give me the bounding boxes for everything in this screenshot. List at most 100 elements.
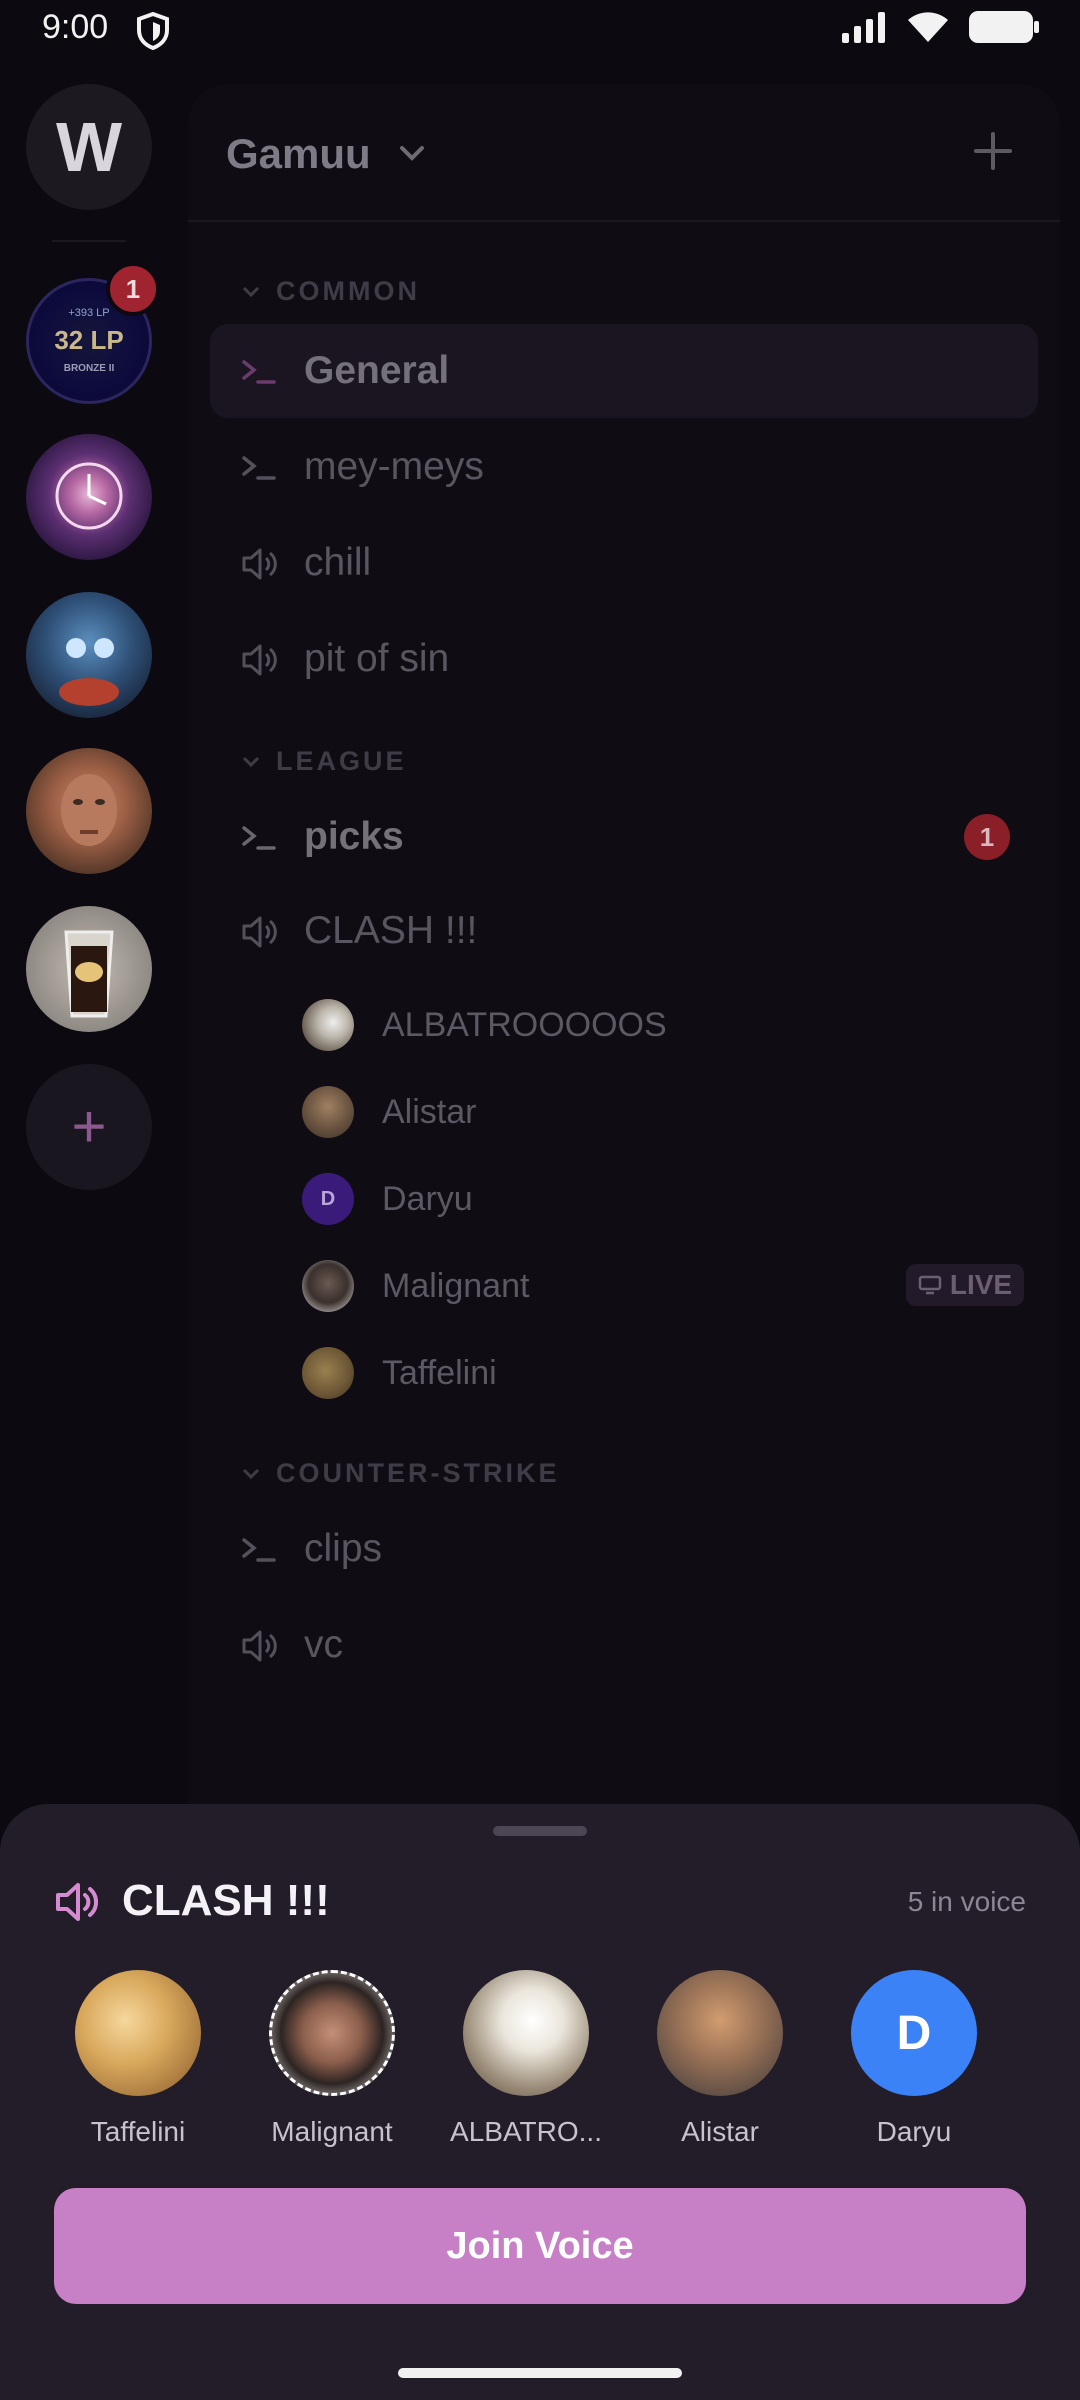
category-common[interactable]: COMMON bbox=[240, 276, 420, 307]
voice-user-name: Daryu bbox=[382, 1179, 473, 1218]
category-counter-strike[interactable]: COUNTER-STRIKE bbox=[240, 1458, 560, 1489]
chevron-down-icon[interactable] bbox=[394, 136, 430, 177]
channel-name: picks bbox=[304, 815, 404, 858]
channel-panel: Gamuu COMMON General mey-meys chill pit … bbox=[188, 84, 1060, 1944]
speaker-icon bbox=[242, 548, 277, 580]
join-voice-button[interactable]: Join Voice bbox=[54, 2188, 1026, 2304]
avatar: D bbox=[302, 1173, 354, 1225]
server-clock-icon[interactable] bbox=[26, 434, 152, 560]
speaker-icon bbox=[242, 1630, 277, 1662]
rank-lp-text: 32 LP bbox=[54, 325, 124, 355]
server-drink-icon[interactable] bbox=[26, 906, 152, 1032]
drag-handle[interactable] bbox=[493, 1826, 587, 1836]
status-time: 9:00 bbox=[42, 8, 109, 46]
voice-count: 5 in voice bbox=[907, 1886, 1026, 1917]
channel-name: clips bbox=[304, 1527, 383, 1570]
avatar bbox=[269, 1970, 395, 2096]
speaker-icon bbox=[242, 916, 277, 948]
clock-art-icon bbox=[55, 462, 123, 530]
avatar bbox=[463, 1970, 589, 2096]
unread-badge: 1 bbox=[964, 814, 1010, 860]
add-server-label: + bbox=[71, 1093, 107, 1160]
voice-member-alistar[interactable]: Alistar bbox=[630, 1970, 810, 2148]
avatar bbox=[657, 1970, 783, 2096]
chevron-down-icon bbox=[242, 286, 260, 297]
voice-member-taffelini[interactable]: Taffelini bbox=[48, 1970, 228, 2148]
avatar-initial: D bbox=[896, 2006, 932, 2060]
channel-name: pit of sin bbox=[304, 637, 450, 680]
chevron-down-icon bbox=[242, 1468, 260, 1479]
shield-icon bbox=[136, 11, 170, 55]
member-name: ALBATRO... bbox=[450, 2116, 602, 2147]
live-badge: LIVE bbox=[906, 1264, 1024, 1306]
channel-picks[interactable]: picks 1 bbox=[210, 790, 1038, 884]
face-art-icon bbox=[61, 774, 117, 846]
battery-icon bbox=[968, 10, 1040, 49]
member-name: Alistar bbox=[681, 2116, 759, 2147]
add-channel-icon[interactable] bbox=[966, 124, 1020, 183]
avatar bbox=[302, 999, 354, 1051]
add-server-button[interactable]: + bbox=[26, 1064, 152, 1190]
chevron-down-icon bbox=[242, 756, 260, 767]
server-character-icon[interactable] bbox=[26, 592, 152, 718]
drink-art-icon bbox=[64, 930, 114, 1018]
avatar bbox=[302, 1260, 354, 1312]
server-notification-badge: 1 bbox=[106, 262, 160, 316]
voice-member-malignant[interactable]: Malignant bbox=[242, 1970, 422, 2148]
channel-general[interactable]: General bbox=[210, 324, 1038, 418]
text-channel-icon bbox=[242, 456, 276, 480]
member-name: Malignant bbox=[271, 2116, 393, 2147]
avatar bbox=[302, 1086, 354, 1138]
voice-user-daryu[interactable]: D Daryu bbox=[302, 1164, 473, 1234]
speaker-icon bbox=[242, 644, 277, 676]
voice-member-albatros[interactable]: ALBATRO... bbox=[436, 1970, 616, 2148]
server-header: Gamuu bbox=[188, 84, 1060, 222]
text-channel-icon bbox=[242, 1538, 276, 1562]
channel-chill[interactable]: chill bbox=[210, 516, 1038, 610]
voice-user-name: ALBATROOOOOS bbox=[382, 1005, 667, 1044]
voice-user-albatroooooos[interactable]: ALBATROOOOOS bbox=[302, 990, 667, 1060]
channel-name: chill bbox=[304, 541, 372, 584]
category-league[interactable]: LEAGUE bbox=[240, 746, 407, 777]
channel-clash[interactable]: CLASH !!! bbox=[210, 884, 1038, 978]
member-name: Taffelini bbox=[90, 2116, 186, 2147]
voice-member-daryu[interactable]: D Daryu bbox=[824, 1970, 1004, 2148]
voice-user-name: Alistar bbox=[382, 1092, 477, 1131]
avatar: D bbox=[851, 1970, 977, 2096]
channel-clips[interactable]: clips bbox=[210, 1502, 1038, 1596]
voice-channel-title: CLASH !!! bbox=[122, 1876, 330, 1925]
voice-bottom-sheet: CLASH !!! 5 in voice Taffelini Malignant… bbox=[0, 1804, 1080, 2400]
member-name: Daryu bbox=[876, 2116, 952, 2147]
server-name[interactable]: Gamuu bbox=[226, 130, 371, 178]
channel-mey-meys[interactable]: mey-meys bbox=[210, 420, 1038, 514]
avatar-initial: D bbox=[320, 1187, 336, 1210]
wifi-icon bbox=[906, 10, 950, 49]
category-label: COUNTER-STRIKE bbox=[276, 1458, 560, 1488]
home-indicator[interactable] bbox=[398, 2368, 682, 2378]
server-face-icon[interactable] bbox=[26, 748, 152, 874]
rank-tier-text: BRONZE II bbox=[63, 363, 115, 374]
voice-user-name: Malignant bbox=[382, 1266, 530, 1305]
channel-name: CLASH !!! bbox=[304, 909, 478, 952]
category-label: LEAGUE bbox=[276, 746, 407, 776]
voice-user-name: Taffelini bbox=[382, 1353, 497, 1392]
text-channel-icon bbox=[242, 360, 276, 384]
screen-share-icon bbox=[918, 1275, 942, 1295]
rail-divider bbox=[52, 240, 126, 242]
logo-letter: W bbox=[55, 108, 123, 186]
channel-name: vc bbox=[304, 1623, 343, 1666]
channel-name: mey-meys bbox=[304, 445, 484, 488]
avatar bbox=[75, 1970, 201, 2096]
text-channel-icon bbox=[242, 826, 276, 850]
voice-user-taffelini[interactable]: Taffelini bbox=[302, 1338, 497, 1408]
status-bar: 9:00 bbox=[0, 0, 1080, 60]
channel-pit-of-sin[interactable]: pit of sin bbox=[210, 612, 1038, 706]
channel-vc[interactable]: vc bbox=[210, 1598, 1038, 1692]
character-art-icon bbox=[59, 638, 119, 706]
live-label: LIVE bbox=[949, 1269, 1013, 1300]
voice-user-alistar[interactable]: Alistar bbox=[302, 1077, 476, 1147]
home-logo-button[interactable]: W bbox=[26, 84, 152, 210]
channel-name: General bbox=[304, 349, 450, 392]
category-label: COMMON bbox=[276, 276, 420, 306]
speaker-icon bbox=[54, 1880, 102, 1929]
